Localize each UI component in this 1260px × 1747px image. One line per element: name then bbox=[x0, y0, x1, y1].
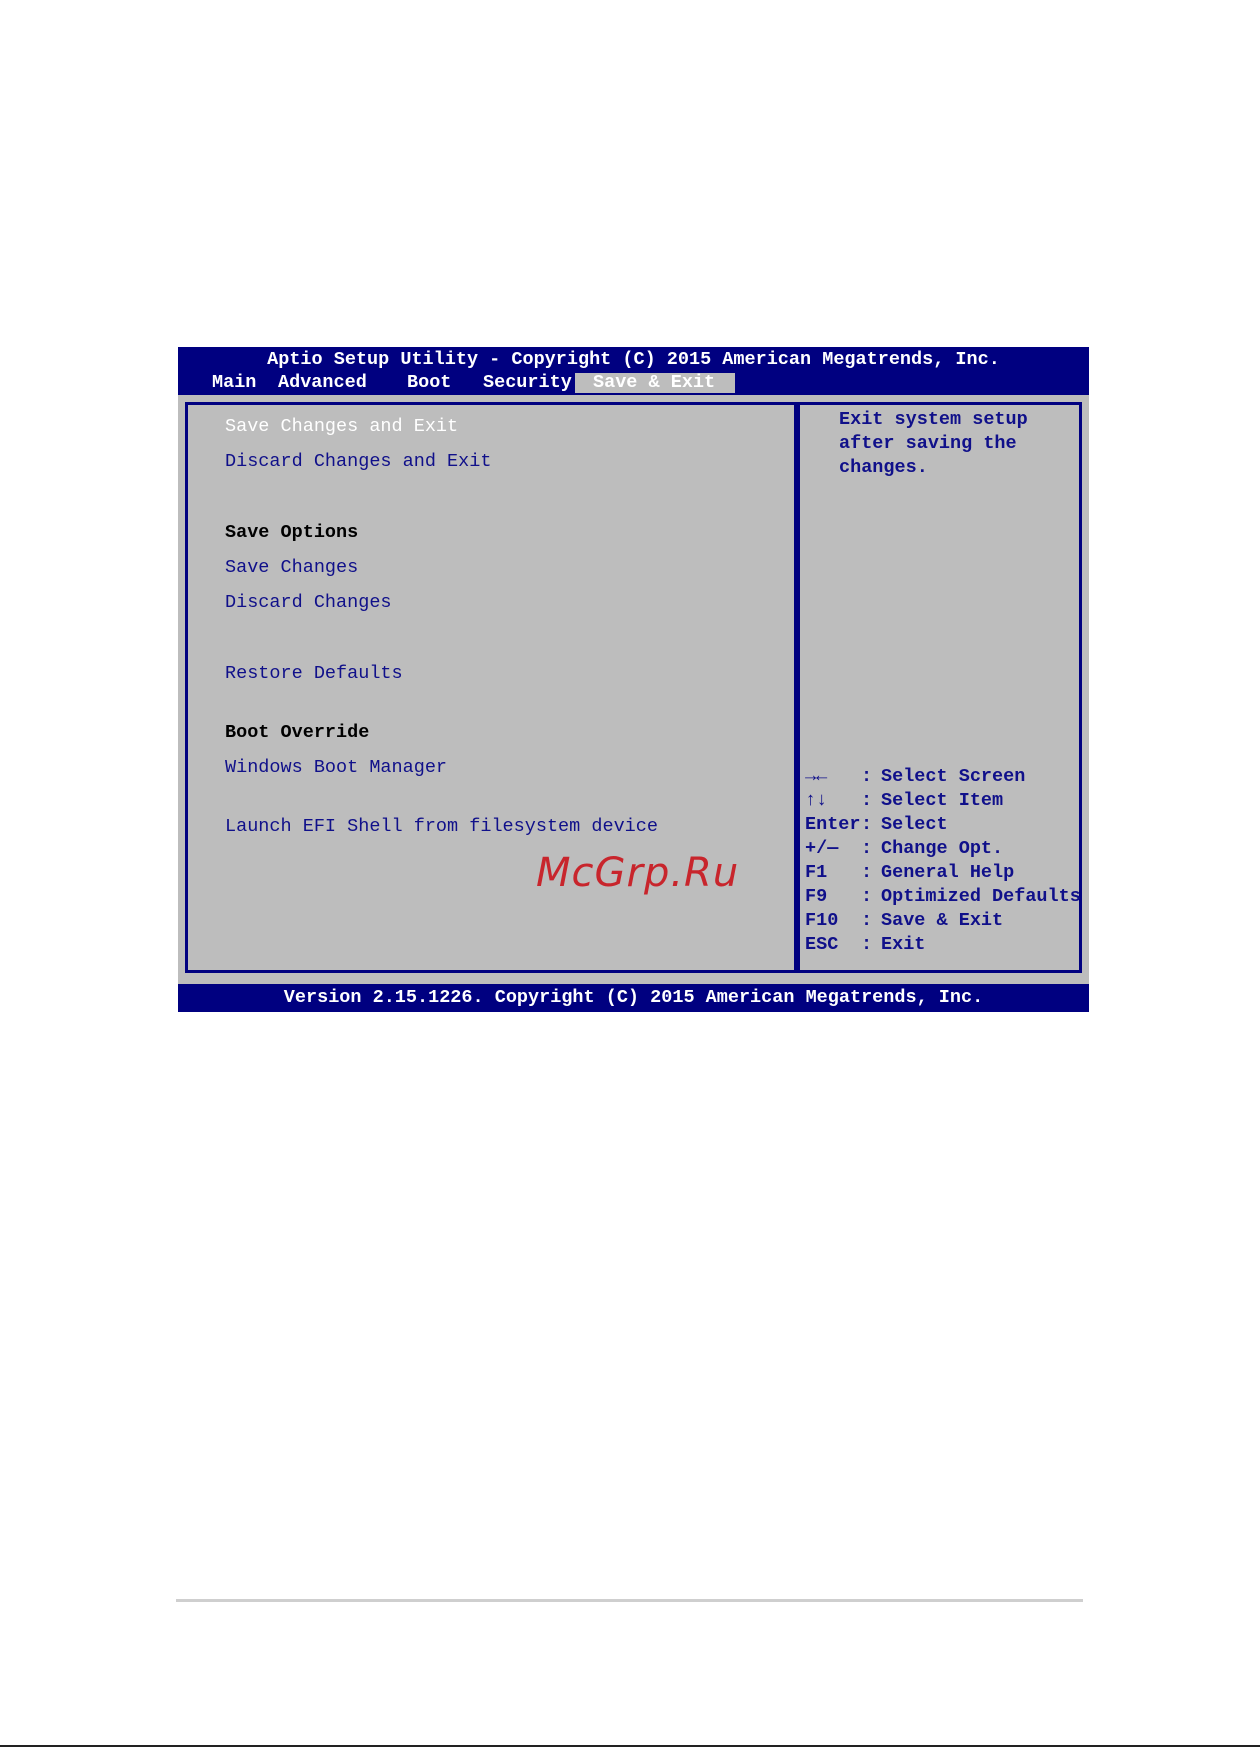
key-action: Select Item bbox=[881, 790, 1004, 811]
key-separator: : bbox=[861, 790, 873, 811]
key-action: Select bbox=[881, 814, 948, 835]
key-legend-row: →←: Select Screen bbox=[805, 765, 1025, 789]
key-separator: : bbox=[861, 910, 873, 931]
help-text-line: Exit system setup bbox=[839, 409, 1028, 430]
key-label: →← bbox=[805, 766, 828, 787]
key-legend-row: Enter: Select bbox=[805, 813, 948, 837]
title-bar: Aptio Setup Utility - Copyright (C) 2015… bbox=[178, 347, 1089, 373]
key-action: Save & Exit bbox=[881, 910, 1004, 931]
menu-item-save-changes[interactable]: Save Changes bbox=[225, 557, 358, 579]
key-label: F10 bbox=[805, 910, 839, 931]
section-heading-boot-override: Boot Override bbox=[225, 722, 370, 743]
key-separator: : bbox=[861, 862, 873, 883]
menu-item-windows-boot-manager[interactable]: Windows Boot Manager bbox=[225, 757, 447, 779]
key-legend-row: F10: Save & Exit bbox=[805, 909, 1003, 933]
key-legend-row: ↑↓: Select Item bbox=[805, 789, 1003, 813]
tab-main[interactable]: Main bbox=[212, 373, 256, 393]
menu-item-launch-efi-shell[interactable]: Launch EFI Shell from filesystem device bbox=[225, 816, 658, 838]
key-separator: : bbox=[861, 838, 873, 859]
key-separator: : bbox=[861, 886, 873, 907]
tab-boot[interactable]: Boot bbox=[407, 373, 451, 393]
key-separator: : bbox=[861, 766, 873, 787]
menu-item-save-changes-and-exit[interactable]: Save Changes and Exit bbox=[225, 416, 458, 438]
key-label: ↑↓ bbox=[805, 790, 828, 811]
tab-advanced[interactable]: Advanced bbox=[278, 373, 367, 393]
key-separator: : bbox=[861, 814, 873, 835]
bios-screen: Aptio Setup Utility - Copyright (C) 2015… bbox=[178, 347, 1089, 1012]
menu-item-discard-changes-and-exit[interactable]: Discard Changes and Exit bbox=[225, 451, 491, 473]
key-action: General Help bbox=[881, 862, 1015, 883]
menu-item-restore-defaults[interactable]: Restore Defaults bbox=[225, 663, 403, 685]
key-action: Optimized Defaults bbox=[881, 886, 1081, 907]
key-legend-row: ESC: Exit bbox=[805, 933, 925, 957]
page-divider bbox=[176, 1599, 1083, 1602]
key-legend-row: F1: General Help bbox=[805, 861, 1014, 885]
key-separator: : bbox=[861, 934, 873, 955]
key-label: F1 bbox=[805, 862, 828, 883]
key-label: ESC bbox=[805, 934, 839, 955]
tab-security[interactable]: Security bbox=[483, 373, 572, 393]
key-action: Exit bbox=[881, 934, 926, 955]
key-action: Change Opt. bbox=[881, 838, 1004, 859]
section-heading-save-options: Save Options bbox=[225, 522, 359, 543]
version-footer: Version 2.15.1226. Copyright (C) 2015 Am… bbox=[178, 984, 1089, 1012]
help-text-line: changes. bbox=[839, 457, 928, 478]
tab-save-exit[interactable]: Save & Exit bbox=[575, 373, 736, 393]
key-label: +/— bbox=[805, 838, 839, 859]
key-action: Select Screen bbox=[881, 766, 1026, 787]
watermark-logo: McGrp.Ru bbox=[536, 850, 740, 896]
menu-item-discard-changes[interactable]: Discard Changes bbox=[225, 592, 392, 614]
tab-bar: Main Advanced Boot Security Save & Exit bbox=[178, 373, 1089, 395]
key-legend-row: F9: Optimized Defaults bbox=[805, 885, 1081, 909]
key-legend-row: +/—: Change Opt. bbox=[805, 837, 1003, 861]
key-label: Enter bbox=[805, 814, 861, 835]
key-label: F9 bbox=[805, 886, 828, 907]
help-text-line: after saving the bbox=[839, 433, 1017, 454]
